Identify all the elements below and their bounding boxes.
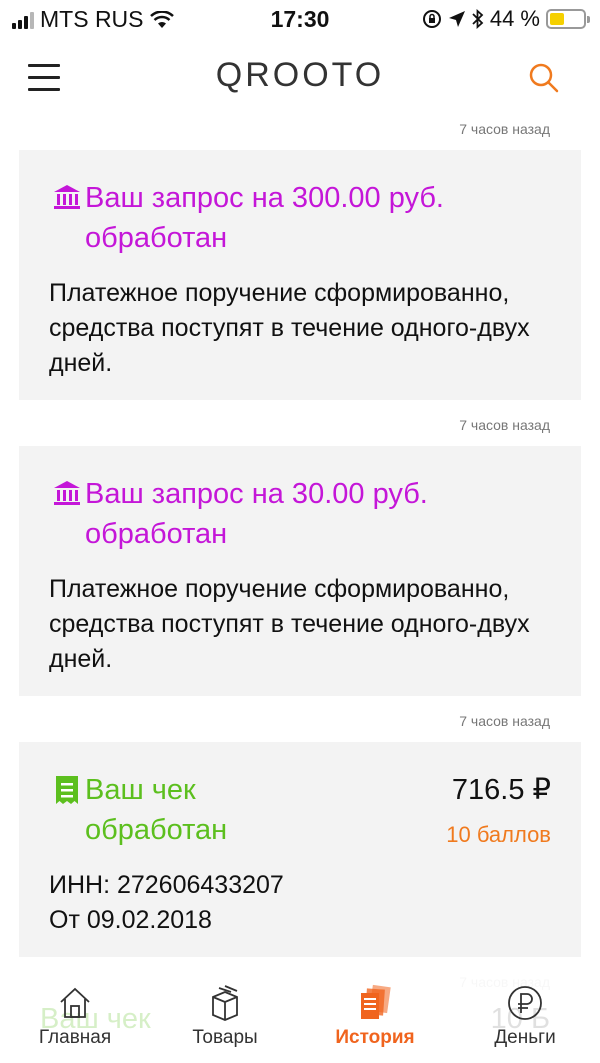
tab-home[interactable]: Главная bbox=[20, 983, 130, 1049]
box-icon bbox=[212, 985, 238, 1021]
feed-timestamp: 7 часов назад bbox=[459, 713, 550, 729]
tab-products[interactable]: Товары bbox=[170, 983, 280, 1049]
notification-title: Ваш запрос на 30.00 руб. обработан bbox=[85, 478, 428, 550]
search-icon[interactable] bbox=[528, 62, 560, 94]
receipt-icon bbox=[56, 776, 78, 804]
feed-timestamp: 7 часов назад bbox=[459, 121, 550, 137]
receipt-title: Ваш чек обработан bbox=[85, 774, 228, 846]
receipt-points: 10 баллов bbox=[446, 822, 551, 847]
notification-card[interactable]: Ваш запрос на 30.00 руб. обработан Плате… bbox=[19, 446, 581, 696]
bluetooth-icon bbox=[472, 9, 484, 29]
brand-logo: QROOTO bbox=[215, 56, 385, 94]
battery-fill bbox=[550, 13, 565, 25]
receipt-card[interactable]: Ваш чек обработан 716.5 ₽ 10 баллов ИНН:… bbox=[19, 742, 581, 957]
nav-bar: QROOTO bbox=[0, 48, 600, 108]
tab-money[interactable]: Деньги bbox=[470, 983, 580, 1049]
history-icon bbox=[361, 984, 391, 1019]
tab-label: Главная bbox=[38, 1027, 112, 1048]
bottom-tab-bar: Ваш чек 10 Б Главная Товары История День… bbox=[0, 973, 600, 1063]
receipt-details: ИНН: 272606433207 От 09.02.2018 bbox=[49, 868, 551, 938]
status-right: 44 % bbox=[422, 6, 590, 32]
receipt-amount: 716.5 ₽ 10 баллов bbox=[446, 770, 551, 850]
history-feed[interactable]: 7 часов назад Ваш запрос на 300.00 руб. … bbox=[0, 112, 600, 1003]
notification-body: Платежное поручение сформированно, средс… bbox=[49, 279, 530, 377]
bank-icon bbox=[54, 185, 80, 209]
bank-icon bbox=[54, 481, 80, 505]
tab-label: Деньги bbox=[494, 1027, 556, 1048]
home-icon bbox=[60, 987, 90, 1018]
tab-history[interactable]: История bbox=[320, 983, 430, 1049]
notification-card[interactable]: Ваш запрос на 300.00 руб. обработан Плат… bbox=[19, 150, 581, 400]
tab-label: История bbox=[335, 1027, 415, 1048]
notification-body: Платежное поручение сформированно, средс… bbox=[49, 575, 530, 673]
location-icon bbox=[448, 11, 465, 27]
notification-title: Ваш запрос на 300.00 руб. обработан bbox=[85, 182, 444, 254]
ruble-icon bbox=[508, 986, 542, 1020]
battery-icon bbox=[546, 9, 590, 29]
status-bar: MTS RUS 17:30 44 % bbox=[0, 0, 600, 40]
feed-timestamp: 7 часов назад bbox=[459, 417, 550, 433]
battery-percent: 44 % bbox=[489, 6, 540, 31]
receipt-inn: ИНН: 272606433207 bbox=[49, 871, 284, 899]
orientation-lock-icon bbox=[422, 10, 441, 28]
receipt-date: От 09.02.2018 bbox=[49, 906, 212, 934]
tab-label: Товары bbox=[192, 1027, 258, 1048]
receipt-sum: 716.5 ₽ bbox=[451, 774, 551, 806]
